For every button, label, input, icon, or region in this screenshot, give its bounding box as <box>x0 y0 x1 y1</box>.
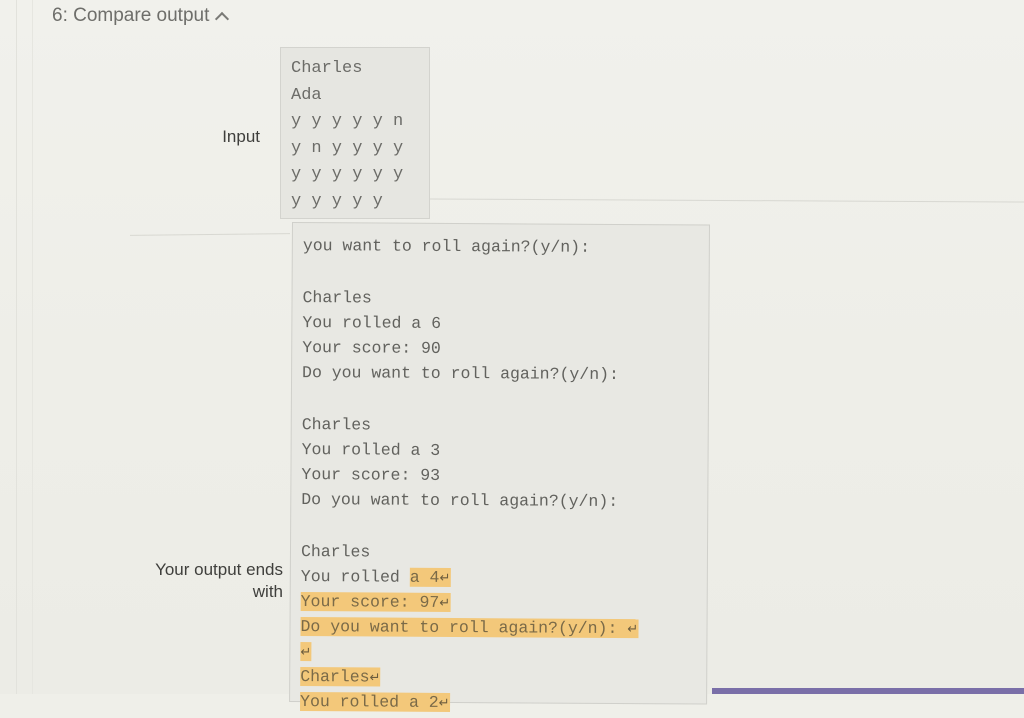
output-line: Charles <box>301 539 707 566</box>
return-icon: ↵ <box>438 695 450 711</box>
left-border-line <box>16 0 17 694</box>
output-line: You rolled a 6 <box>302 310 708 337</box>
diff-highlight: Do you want to roll again?(y/n): ↵ <box>300 617 639 639</box>
input-line: y n y y y y <box>291 138 404 158</box>
taskbar-edge <box>712 688 1024 694</box>
output-text: Your score: 93 <box>301 465 441 485</box>
input-line: Charles <box>291 59 363 78</box>
diff-highlight: Your score: 97↵ <box>300 592 451 612</box>
output-text: You rolled <box>300 567 410 587</box>
input-line: y y y y y <box>291 191 383 211</box>
output-line: you want to roll again?(y/n): <box>303 233 709 260</box>
output-text: Do you want to roll again?(y/n): <box>301 490 619 511</box>
output-line: Your score: 90 <box>302 335 708 362</box>
output-line: Your score: 93 <box>301 462 707 489</box>
highlighted-text: a 4 <box>409 567 440 587</box>
return-icon: ↵ <box>627 622 639 638</box>
row-divider-right <box>430 198 1024 203</box>
return-icon: ↵ <box>300 645 312 661</box>
return-icon: ↵ <box>439 570 451 586</box>
output-line: You rolled a 2↵ <box>300 689 706 716</box>
output-line: Charles↵ <box>300 664 706 691</box>
return-icon: ↵ <box>439 595 451 611</box>
highlighted-text: You rolled a 2 <box>300 692 439 712</box>
output-label-line2: with <box>252 582 283 601</box>
page: 6: Compare output Input Charles Ada y y y … <box>0 0 1024 712</box>
input-label: Input <box>222 127 260 146</box>
highlighted-text: Do you want to roll again?(y/n): <box>300 617 628 639</box>
output-line: ↵ <box>300 639 706 666</box>
output-line: Do you want to roll again?(y/n): <box>302 360 708 387</box>
compare-output-header[interactable]: 6: Compare output <box>52 5 230 27</box>
input-box: Charles Ada y y y y y n y n y y y y y y y y … <box>280 47 430 219</box>
output-line: You rolled a 4↵ <box>301 564 707 591</box>
output-text: You rolled a 3 <box>301 440 441 460</box>
input-line: y y y y y n <box>291 112 404 131</box>
input-line: y y y y y y <box>291 165 404 184</box>
output-text: Charles <box>301 415 372 435</box>
section-title: 6: Compare output <box>52 5 210 26</box>
highlighted-text: Charles <box>300 667 370 687</box>
diff-highlight: ↵ <box>300 642 312 662</box>
output-line: Charles <box>302 412 708 439</box>
output-line: Your score: 97↵ <box>300 589 707 616</box>
output-label: Your output ends with <box>130 559 283 603</box>
output-line: Do you want to roll again?(y/n): <box>301 487 707 514</box>
left-border-line-inner <box>32 0 33 694</box>
output-line: Charles <box>302 285 708 312</box>
output-line: Do you want to roll again?(y/n): ↵ <box>300 614 706 641</box>
row-divider <box>129 233 291 236</box>
output-text: you want to roll again?(y/n): <box>302 236 591 257</box>
output-text: Charles <box>302 288 372 308</box>
output-text: Charles <box>300 542 371 562</box>
output-text: Your score: 90 <box>302 338 441 358</box>
output-text: Do you want to roll again?(y/n): <box>302 363 619 384</box>
diff-highlight: You rolled a 2↵ <box>300 692 450 712</box>
diff-highlight: a 4↵ <box>409 567 451 587</box>
output-text: You rolled a 6 <box>302 313 442 333</box>
output-line: You rolled a 3 <box>302 437 708 464</box>
chevron-up-icon[interactable] <box>215 11 230 26</box>
return-icon: ↵ <box>369 670 381 686</box>
output-box: you want to roll again?(y/n): Charles You … <box>289 222 710 712</box>
diff-highlight: Charles↵ <box>300 667 381 687</box>
output-label-line1: Your output ends <box>155 560 283 579</box>
highlighted-text: Your score: 97 <box>300 592 440 612</box>
input-line: Ada <box>291 85 322 105</box>
